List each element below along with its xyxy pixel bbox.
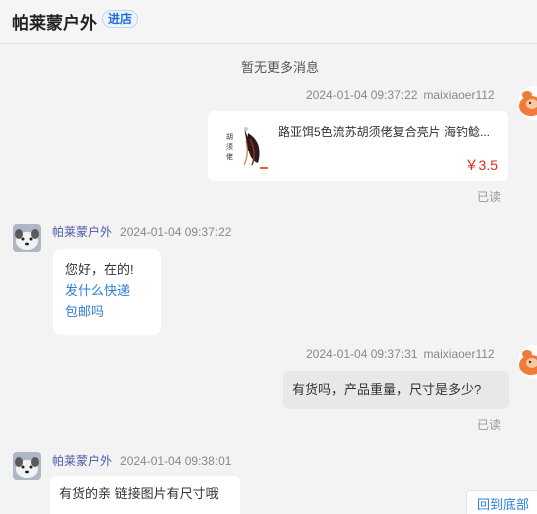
svg-text:佬: 佬	[226, 152, 233, 161]
product-card[interactable]: 胡 须 佬 路亚饵5色流苏胡须佬复合亮片 海钓鲶... ￥3.5	[208, 111, 508, 181]
read-status: 已读	[477, 418, 502, 432]
faq-link-shipping[interactable]: 发什么快递	[65, 280, 149, 301]
product-price: ￥3.5	[464, 157, 498, 173]
dog-avatar-icon	[13, 452, 41, 480]
svg-text:胡: 胡	[226, 132, 233, 141]
enter-shop-button[interactable]: 进店	[102, 10, 139, 28]
product-thumbnail: 胡 须 佬	[218, 119, 274, 175]
shop-name: 帕莱蒙户外	[12, 14, 97, 33]
message-time: 2024-01-04 09:37:22	[306, 88, 418, 102]
scroll-to-bottom-button[interactable]: 回到底部	[466, 490, 537, 514]
read-status: 已读	[477, 190, 502, 204]
message-text: 有货吗，产品重量，尺寸是多少?	[292, 382, 482, 397]
message-time: 2024-01-04 09:38:01	[120, 454, 232, 468]
chat-header: 帕莱蒙户外 进店	[0, 0, 537, 44]
fishing-lure-icon: 胡 须 佬	[218, 119, 274, 175]
message-sender: 帕莱蒙户外	[52, 454, 113, 468]
message-sender: 帕莱蒙户外	[52, 225, 113, 239]
no-more-messages-label: 暂无更多消息	[240, 60, 319, 75]
message-bubble: 您好，在的! 发什么快递 包邮吗	[53, 249, 161, 335]
message-text: 有货的亲 链接图片有尺寸哦	[59, 486, 219, 501]
user-avatar[interactable]	[518, 86, 537, 120]
message-meta: 2024-01-04 09:37:22 maixiaoer112	[306, 88, 495, 102]
message-sender: maixiaoer112	[423, 347, 495, 361]
cartoon-avatar-icon	[518, 86, 537, 120]
product-title: 路亚饵5色流苏胡须佬复合亮片 海钓鲶...	[278, 125, 491, 139]
message-time: 2024-01-04 09:37:31	[306, 347, 418, 361]
shop-avatar[interactable]	[13, 224, 41, 252]
message-bubble: 有货的亲 链接图片有尺寸哦	[50, 476, 240, 514]
message-time: 2024-01-04 09:37:22	[120, 225, 232, 239]
shop-avatar[interactable]	[13, 452, 41, 480]
message-sender: maixiaoer112	[423, 88, 495, 102]
message-meta: 帕莱蒙户外 2024-01-04 09:37:22	[52, 223, 231, 240]
message-bubble: 有货吗，产品重量，尺寸是多少?	[283, 371, 509, 409]
faq-link-free-shipping[interactable]: 包邮吗	[65, 301, 149, 322]
message-meta: 2024-01-04 09:37:31 maixiaoer112	[306, 347, 495, 361]
user-avatar[interactable]	[518, 345, 537, 379]
message-meta: 帕莱蒙户外 2024-01-04 09:38:01	[52, 452, 231, 469]
message-text: 您好，在的!	[65, 262, 134, 277]
cartoon-avatar-icon	[518, 345, 537, 379]
svg-text:须: 须	[226, 142, 233, 151]
dog-avatar-icon	[13, 224, 41, 252]
